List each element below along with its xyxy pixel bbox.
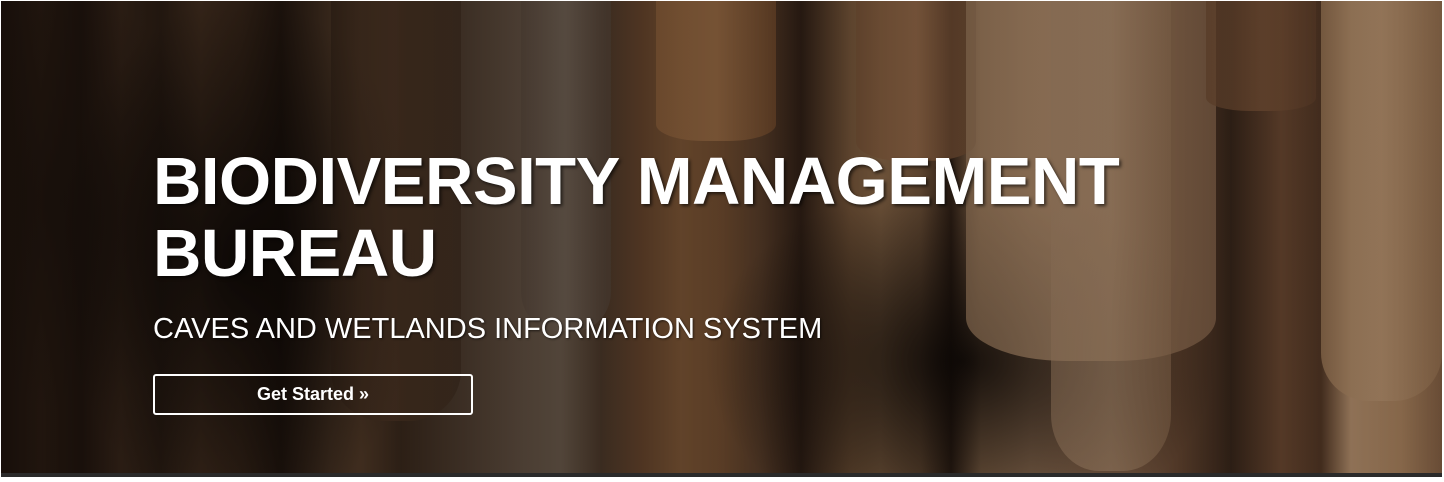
hero-subtitle: CAVES AND WETLANDS INFORMATION SYSTEM bbox=[153, 313, 823, 345]
hero-banner: BIODIVERSITY MANAGEMENT BUREAU CAVES AND… bbox=[1, 1, 1442, 477]
hero-bottom-border bbox=[1, 473, 1442, 477]
hero-title: BIODIVERSITY MANAGEMENT BUREAU bbox=[153, 144, 1120, 291]
get-started-button[interactable]: Get Started » bbox=[153, 374, 473, 415]
hero-content: BIODIVERSITY MANAGEMENT BUREAU CAVES AND… bbox=[153, 146, 1273, 415]
